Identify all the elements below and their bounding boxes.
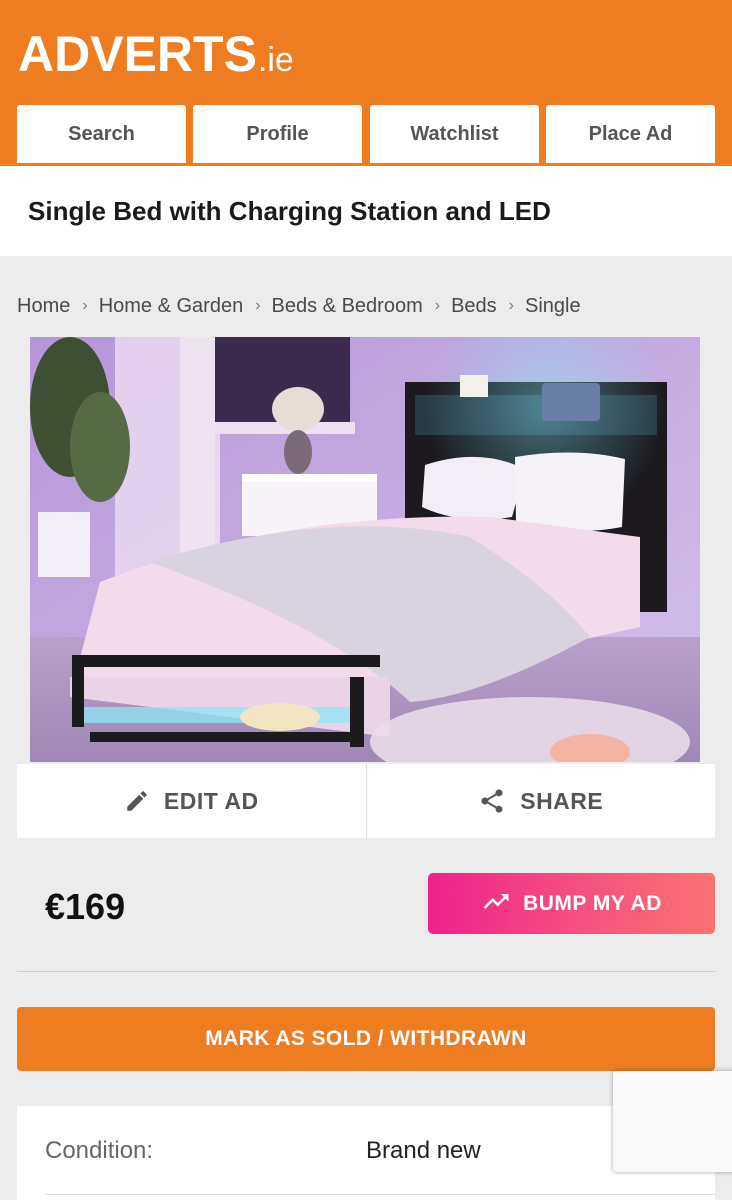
bump-my-ad-button[interactable]: BUMP MY AD [428,873,715,934]
ad-title: Single Bed with Charging Station and LED [28,196,551,226]
recaptcha-badge[interactable] [613,1071,732,1172]
trending-up-icon [483,893,509,909]
tab-watchlist[interactable]: Watchlist [370,105,539,163]
breadcrumb-chevron-icon: › [434,297,441,314]
edit-ad-button[interactable]: EDIT AD [17,764,366,838]
breadcrumb-chevron-icon: › [82,297,88,314]
share-label: SHARE [520,787,604,814]
ad-photo[interactable] [30,337,700,762]
condition-label: Condition: [45,1137,154,1164]
breadcrumb: Home › Home & Garden › Beds & Bedroom › … [17,293,581,319]
section-divider [17,971,715,972]
details-divider [45,1194,715,1195]
site-header: ADVERTS .ie Search Profile Watchlist Pla… [0,0,732,166]
breadcrumb-single[interactable]: Single [525,295,581,318]
pencil-icon [127,791,147,811]
mark-as-sold-button[interactable]: MARK AS SOLD / WITHDRAWN [17,1007,715,1071]
condition-value: Brand new [366,1137,481,1164]
breadcrumb-chevron-icon: › [508,297,514,314]
logo-wordmark: ADVERTS [18,26,257,82]
breadcrumb-beds[interactable]: Beds [451,295,497,318]
ad-actions: EDIT AD SHARE [17,764,715,838]
share-icon [481,789,503,813]
breadcrumb-home-garden[interactable]: Home & Garden [99,295,244,318]
bump-my-ad-label: BUMP MY AD [523,891,662,915]
share-button[interactable]: SHARE [365,764,716,838]
logo-tld: .ie [257,41,294,79]
breadcrumb-home[interactable]: Home [17,295,70,318]
ad-price: €169 [45,886,126,927]
tab-profile[interactable]: Profile [193,105,362,163]
breadcrumb-chevron-icon: › [255,297,261,314]
edit-ad-label: EDIT AD [163,787,259,814]
adverts-logo[interactable]: ADVERTS .ie [18,26,294,82]
breadcrumb-beds-bedroom[interactable]: Beds & Bedroom [272,295,423,318]
tab-place-ad[interactable]: Place Ad [546,105,715,163]
tab-search[interactable]: Search [17,105,186,163]
